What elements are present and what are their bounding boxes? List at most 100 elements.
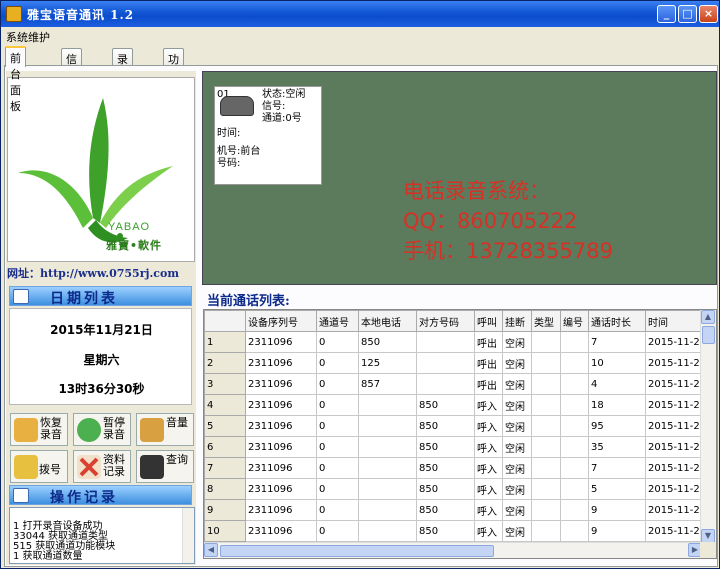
- table-cell: [416, 373, 475, 395]
- table-cell: 9: [588, 499, 646, 521]
- col-header[interactable]: 挂断: [502, 310, 532, 332]
- close-button[interactable]: ×: [699, 5, 718, 23]
- call-list-grid[interactable]: 设备序列号 通道号 本地电话 对方号码 呼叫 挂断 类型 编号 通话时长 时间 …: [203, 309, 717, 559]
- scroll-up-icon[interactable]: ▲: [701, 310, 715, 324]
- table-cell: [560, 499, 589, 521]
- table-cell: 7: [588, 331, 646, 353]
- volume-button[interactable]: 音量: [136, 413, 194, 446]
- table-cell: [560, 415, 589, 437]
- bird-logo-icon: [18, 98, 173, 243]
- yabao-logo: YABAO 雅寶•軟件: [7, 77, 195, 262]
- horizontal-scrollbar[interactable]: ◀ ▶: [204, 542, 702, 558]
- table-cell: 857: [358, 373, 417, 395]
- row-header: 8: [204, 478, 246, 500]
- table-cell: 850: [416, 394, 475, 416]
- table-cell: 850: [358, 331, 417, 353]
- table-cell: 2015-11-2: [645, 352, 703, 374]
- operation-log[interactable]: 1 打开录音设备成功 33044 获取通道类型 515 获取通道功能模块 1 获…: [9, 507, 195, 564]
- table-row[interactable]: 10 2311096 0 850 呼入 空闲 9 2015-11-2: [204, 520, 703, 542]
- vertical-scrollbar[interactable]: ▲ ▼: [700, 310, 716, 543]
- line-channel: 通道:0号: [262, 113, 302, 124]
- table-cell: 850: [416, 436, 475, 458]
- app-icon: [6, 6, 22, 22]
- header-row: 设备序列号 通道号 本地电话 对方号码 呼叫 挂断 类型 编号 通话时长 时间: [204, 310, 703, 332]
- phone-pause-icon: [77, 418, 101, 442]
- table-row[interactable]: 4 2311096 0 850 呼入 空闲 18 2015-11-2: [204, 394, 703, 416]
- col-header[interactable]: 对方号码: [416, 310, 475, 332]
- dial-label: 拨号: [39, 463, 61, 476]
- row-header: 7: [204, 457, 246, 479]
- table-cell: [531, 373, 561, 395]
- table-cell: 2311096: [245, 436, 317, 458]
- table-row[interactable]: 9 2311096 0 850 呼入 空闲 9 2015-11-2: [204, 499, 703, 521]
- query-label: 查询: [166, 453, 188, 466]
- resume-recording-button[interactable]: 恢复录音: [10, 413, 68, 446]
- scroll-left-icon[interactable]: ◀: [204, 543, 218, 557]
- table-row[interactable]: 5 2311096 0 850 呼入 空闲 95 2015-11-2: [204, 415, 703, 437]
- dial-phone-icon: [14, 455, 38, 479]
- tab-info-records[interactable]: 信息记录: [61, 48, 82, 114]
- col-header[interactable]: 类型: [531, 310, 561, 332]
- table-cell: 18: [588, 394, 646, 416]
- table-cell: 0: [316, 478, 359, 500]
- table-row[interactable]: 8 2311096 0 850 呼入 空闲 5 2015-11-2: [204, 478, 703, 500]
- col-header[interactable]: 设备序列号: [245, 310, 317, 332]
- table-cell: 2015-11-2: [645, 373, 703, 395]
- row-header: 6: [204, 436, 246, 458]
- table-row[interactable]: 7 2311096 0 850 呼入 空闲 7 2015-11-2: [204, 457, 703, 479]
- line-card-01[interactable]: 01 状态:空闲 信号: 通道:0号 时间: 机号:前台 号码:: [214, 86, 322, 185]
- table-cell: 10: [588, 352, 646, 374]
- table-cell: 2015-11-2: [645, 478, 703, 500]
- table-cell: 2311096: [245, 394, 317, 416]
- current-weekday: 星期六: [83, 353, 120, 367]
- col-header[interactable]: 本地电话: [358, 310, 417, 332]
- website-url: 网址：http://www.0755rj.com: [7, 267, 179, 280]
- table-cell: 呼出: [474, 373, 503, 395]
- tab-front-panel[interactable]: 前台面板: [5, 46, 26, 113]
- table-cell: 4: [588, 373, 646, 395]
- pause-recording-button[interactable]: 暂停录音: [73, 413, 131, 446]
- log-scrollbar[interactable]: [182, 508, 194, 563]
- maximize-button[interactable]: □: [678, 5, 697, 23]
- scroll-down-icon[interactable]: ▼: [701, 529, 715, 543]
- table-cell: 2311096: [245, 478, 317, 500]
- line-monitor: 01 状态:空闲 信号: 通道:0号 时间: 机号:前台 号码: 电话录音系统：…: [202, 71, 717, 285]
- vertical-scroll-thumb[interactable]: [702, 326, 715, 344]
- volume-icon: [140, 418, 164, 442]
- menu-system-maintenance[interactable]: 系统维护: [6, 29, 50, 45]
- table-row[interactable]: 1 2311096 0 850 呼出 空闲 7 2015-11-2: [204, 331, 703, 353]
- tab-function-control[interactable]: 功能控制: [163, 48, 184, 114]
- col-header[interactable]: 通道号: [316, 310, 359, 332]
- table-cell: 呼入: [474, 499, 503, 521]
- dial-button[interactable]: 拨号: [10, 450, 68, 483]
- table-row[interactable]: 3 2311096 0 857 呼出 空闲 4 2015-11-2: [204, 373, 703, 395]
- table-row[interactable]: 2 2311096 0 125 呼出 空闲 10 2015-11-2: [204, 352, 703, 374]
- table-cell: 2015-11-2: [645, 394, 703, 416]
- table-cell: 2015-11-2: [645, 520, 703, 542]
- table-cell: [560, 457, 589, 479]
- query-button[interactable]: 查询: [136, 450, 194, 483]
- table-cell: 呼入: [474, 457, 503, 479]
- table-cell: 2015-11-2: [645, 436, 703, 458]
- col-header[interactable]: 编号: [560, 310, 589, 332]
- line-number: 号码:: [217, 158, 241, 169]
- table-cell: 空闲: [502, 394, 532, 416]
- tab-recording-query[interactable]: 录音查询: [112, 48, 133, 114]
- table-cell: 0: [316, 415, 359, 437]
- col-header[interactable]: 呼叫: [474, 310, 503, 332]
- table-cell: 空闲: [502, 373, 532, 395]
- table-cell: 5: [588, 478, 646, 500]
- table-cell: [531, 499, 561, 521]
- table-row[interactable]: 6 2311096 0 850 呼入 空闲 35 2015-11-2: [204, 436, 703, 458]
- call-list-title: 当前通话列表:: [207, 294, 290, 309]
- horizontal-scroll-thumb[interactable]: [220, 545, 494, 557]
- data-record-button[interactable]: 资料记录: [73, 450, 131, 483]
- table-cell: 2015-11-2: [645, 499, 703, 521]
- table-cell: 呼入: [474, 394, 503, 416]
- minimize-button[interactable]: _: [657, 5, 676, 23]
- title-bar[interactable]: 雅宝语音通讯 1.2 _ □ ×: [1, 1, 719, 27]
- col-header[interactable]: 通话时长: [588, 310, 646, 332]
- app-window: 雅宝语音通讯 1.2 _ □ × 系统维护 前台面板 信息记录 录音查询 功能控…: [0, 0, 720, 569]
- col-header[interactable]: 时间: [645, 310, 703, 332]
- table-cell: [358, 415, 417, 437]
